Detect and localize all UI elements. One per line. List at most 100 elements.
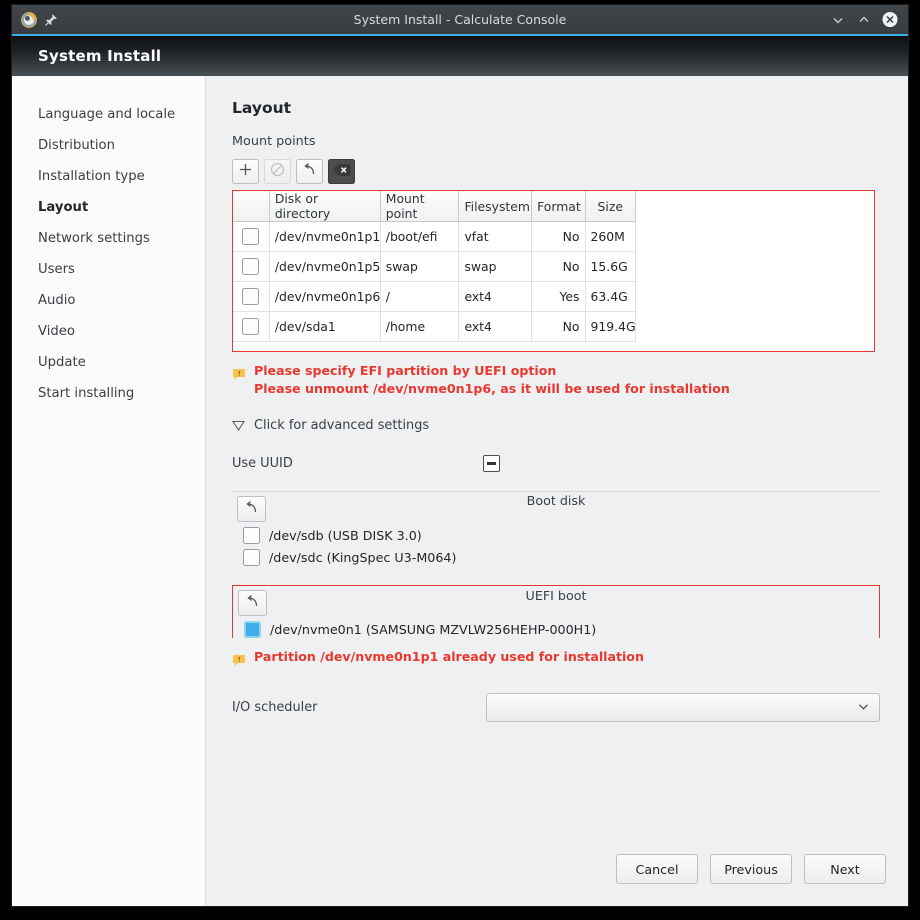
cell-filesystem: swap <box>458 251 533 282</box>
io-scheduler-row: I/O scheduler <box>232 693 880 722</box>
sidebar-item-distribution[interactable]: Distribution <box>12 130 205 161</box>
boot-disk-item[interactable]: /dev/sdc (KingSpec U3-M064) <box>232 544 880 566</box>
triangle-down-icon <box>231 416 246 435</box>
boot-disk-item-label: /dev/sdc (KingSpec U3-M064) <box>269 550 457 565</box>
use-uuid-checkbox[interactable] <box>483 455 500 472</box>
boot-disk-item[interactable]: /dev/sdb (USB DISK 3.0) <box>232 522 880 544</box>
previous-button[interactable]: Previous <box>710 854 792 884</box>
advanced-settings-toggle[interactable]: Click for advanced settings <box>231 416 886 435</box>
column-header-format[interactable]: Format <box>531 191 586 222</box>
validation-message: Partition /dev/nvme0n1p1 already used fo… <box>254 649 644 664</box>
row-checkbox-cell[interactable] <box>233 311 270 342</box>
uefi-boot-item[interactable]: /dev/nvme0n1 (SAMSUNG MZVLW256HEHP-000H1… <box>233 616 879 638</box>
group-divider <box>232 491 880 492</box>
cell-size: 260M <box>585 221 637 252</box>
undo-icon <box>244 500 259 519</box>
close-button[interactable] <box>882 11 898 28</box>
undo-button[interactable] <box>296 159 323 184</box>
message-list: Partition /dev/nvme0n1p1 already used fo… <box>254 649 644 671</box>
cell-format: No <box>531 251 586 282</box>
mount-points-table: Disk or directory Mount point Filesystem… <box>233 191 637 342</box>
sidebar-item-users[interactable]: Users <box>12 254 205 285</box>
cell-size: 63.4G <box>585 281 637 312</box>
sidebar-item-audio[interactable]: Audio <box>12 285 205 316</box>
io-scheduler-label: I/O scheduler <box>232 700 318 715</box>
main-content: Layout Mount points Disk or directory Mo… <box>206 76 908 906</box>
wizard-buttons: Cancel Previous Next <box>616 854 886 884</box>
column-header-filesystem[interactable]: Filesystem <box>458 191 533 222</box>
row-checkbox[interactable] <box>242 228 260 245</box>
use-uuid-row: Use UUID <box>232 455 500 472</box>
cell-filesystem: ext4 <box>458 281 533 312</box>
column-header-disk[interactable]: Disk or directory <box>269 191 381 222</box>
row-checkbox-cell[interactable] <box>233 281 270 312</box>
column-header-mount-point[interactable]: Mount point <box>380 191 460 222</box>
page-header-title: System Install <box>38 47 162 65</box>
row-checkbox[interactable] <box>242 318 260 335</box>
uefi-boot-title: UEFI boot <box>525 588 587 603</box>
backspace-icon <box>332 162 351 181</box>
sidebar: Language and locale Distribution Install… <box>12 76 206 906</box>
sidebar-item-layout[interactable]: Layout <box>12 192 205 223</box>
cancel-button[interactable]: Cancel <box>616 854 698 884</box>
cell-mount-point: /boot/efi <box>380 221 460 252</box>
minimize-button[interactable] <box>830 12 846 28</box>
table-row[interactable]: /dev/nvme0n1p1 /boot/efi vfat No 260M <box>233 221 637 252</box>
warning-bubble-icon <box>232 652 246 671</box>
maximize-button[interactable] <box>856 12 872 28</box>
mount-points-label: Mount points <box>232 134 316 149</box>
sidebar-item-video[interactable]: Video <box>12 316 205 347</box>
sidebar-item-network-settings[interactable]: Network settings <box>12 223 205 254</box>
cell-disk: /dev/nvme0n1p1 <box>269 221 381 252</box>
cell-disk: /dev/sda1 <box>269 311 381 342</box>
cell-size: 15.6G <box>585 251 637 282</box>
page-title: Layout <box>232 99 292 117</box>
sidebar-item-language-and-locale[interactable]: Language and locale <box>12 99 205 130</box>
sidebar-item-installation-type[interactable]: Installation type <box>12 161 205 192</box>
mount-points-toolbar <box>232 159 886 184</box>
table-header-row: Disk or directory Mount point Filesystem… <box>233 191 637 222</box>
uefi-boot-checkbox[interactable] <box>244 621 261 638</box>
cell-filesystem: ext4 <box>458 311 533 342</box>
uefi-boot-group: UEFI boot /dev/nvme0n1 (SAMSUNG MZVLW256… <box>232 585 880 638</box>
sidebar-item-update[interactable]: Update <box>12 347 205 378</box>
table-row[interactable]: /dev/sda1 /home ext4 No 919.4G <box>233 311 637 342</box>
uefi-boot-reset-button[interactable] <box>238 590 267 616</box>
use-uuid-label: Use UUID <box>232 456 293 471</box>
column-header-size[interactable]: Size <box>585 191 637 222</box>
io-scheduler-select[interactable] <box>486 693 880 722</box>
cell-format: No <box>531 221 586 252</box>
boot-disk-item-label: /dev/sdb (USB DISK 3.0) <box>269 528 422 543</box>
row-checkbox[interactable] <box>242 258 260 275</box>
cell-disk: /dev/nvme0n1p5 <box>269 251 381 282</box>
plus-icon <box>238 162 253 181</box>
window-body: Language and locale Distribution Install… <box>12 76 908 906</box>
row-checkbox[interactable] <box>242 288 260 305</box>
remove-mount-point-button[interactable] <box>264 159 291 184</box>
boot-disk-reset-button[interactable] <box>237 496 266 522</box>
pin-icon[interactable] <box>44 13 58 27</box>
indeterminate-dash-icon <box>487 462 496 465</box>
warning-bubble-icon <box>232 366 246 396</box>
next-button[interactable]: Next <box>804 854 886 884</box>
clear-all-button[interactable] <box>328 159 355 184</box>
mount-points-table-container: Disk or directory Mount point Filesystem… <box>232 190 875 352</box>
sidebar-item-start-installing[interactable]: Start installing <box>12 378 205 409</box>
row-checkbox-cell[interactable] <box>233 251 270 282</box>
cell-mount-point: /home <box>380 311 460 342</box>
undo-icon <box>245 594 260 613</box>
boot-disk-checkbox[interactable] <box>243 549 260 566</box>
title-bar-left-icons <box>12 11 58 29</box>
boot-disk-checkbox[interactable] <box>243 527 260 544</box>
uefi-boot-item-label: /dev/nvme0n1 (SAMSUNG MZVLW256HEHP-000H1… <box>270 622 597 637</box>
chevron-down-icon <box>857 698 870 717</box>
row-checkbox-cell[interactable] <box>233 221 270 252</box>
table-row[interactable]: /dev/nvme0n1p5 swap swap No 15.6G <box>233 251 637 282</box>
cell-format: No <box>531 311 586 342</box>
calculate-logo-icon <box>20 11 38 29</box>
cell-mount-point: / <box>380 281 460 312</box>
page-header: System Install <box>12 36 908 76</box>
add-mount-point-button[interactable] <box>232 159 259 184</box>
forbidden-icon <box>270 162 285 181</box>
table-row[interactable]: /dev/nvme0n1p6 / ext4 Yes 63.4G <box>233 281 637 312</box>
